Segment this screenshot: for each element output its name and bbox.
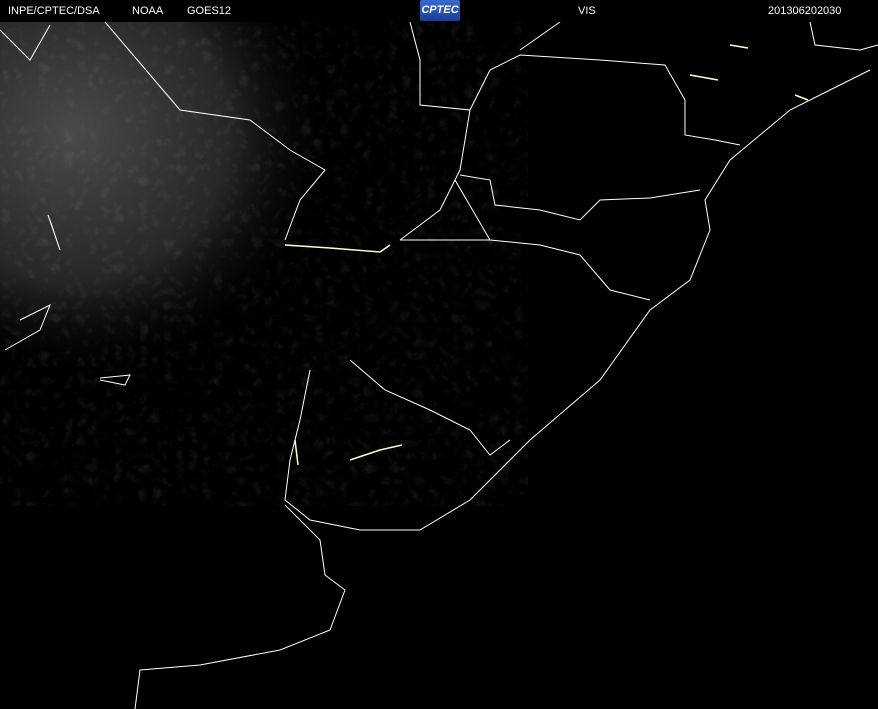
timestamp-label: 201306202030	[768, 5, 842, 17]
cptec-logo: CPTEC	[420, 0, 460, 21]
cloud-texture	[0, 22, 480, 462]
agency-label: INPE/CPTEC/DSA	[8, 5, 100, 17]
provider-label: NOAA	[132, 5, 164, 17]
satellite-map	[0, 21, 878, 709]
header-bar: INPE/CPTEC/DSA NOAA GOES12 CPTEC VIS 201…	[0, 0, 878, 22]
satellite-label: GOES12	[187, 5, 232, 17]
satellite-image-viewer: INPE/CPTEC/DSA NOAA GOES12 CPTEC VIS 201…	[0, 0, 878, 709]
channel-label: VIS	[578, 5, 596, 17]
